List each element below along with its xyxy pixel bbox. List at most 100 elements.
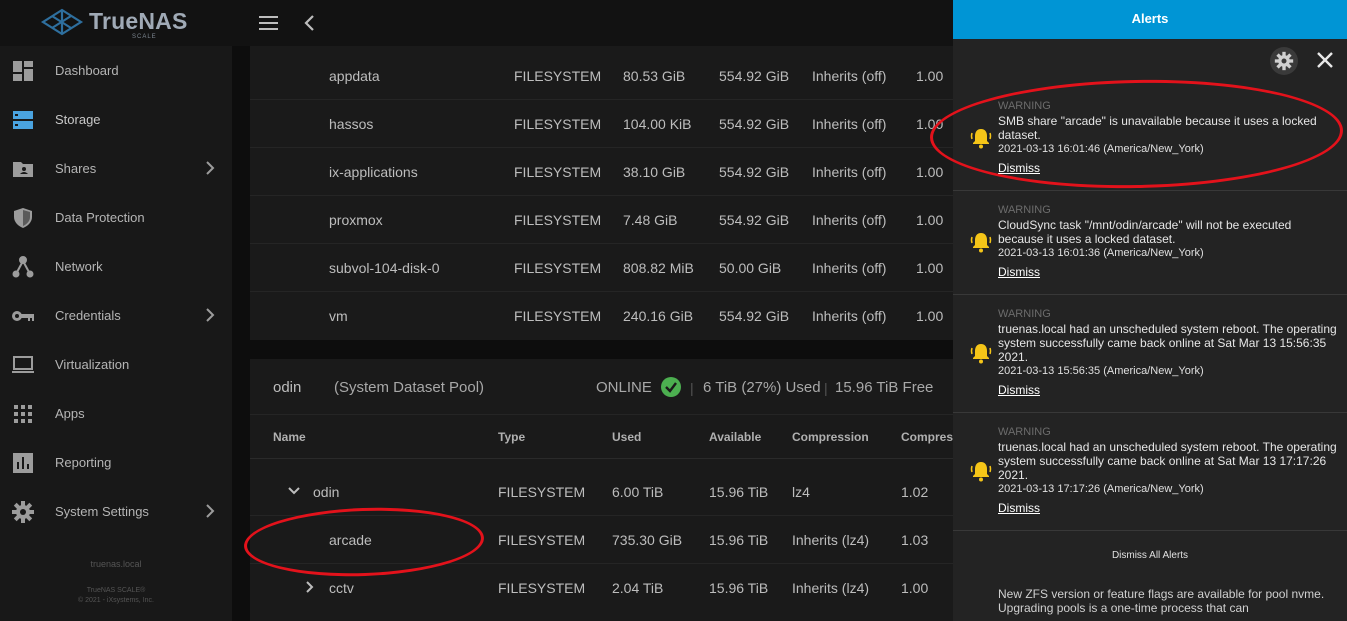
sidebar-item-data-protection[interactable]: Data Protection — [0, 193, 232, 242]
table-row[interactable]: cctv FILESYSTEM 2.04 TiB 15.96 TiB Inher… — [250, 564, 953, 612]
table-header: Name Type Used Available Compression Com… — [250, 415, 953, 459]
table-row[interactable]: odin FILESYSTEM 6.00 TiB 15.96 TiB lz4 1… — [250, 468, 953, 516]
column-header-name[interactable]: Name — [273, 415, 306, 459]
table-row[interactable]: vm FILESYSTEM 240.16 GiB 554.92 GiB Inhe… — [250, 292, 953, 340]
dataset-type: FILESYSTEM — [498, 532, 586, 548]
shield-icon — [14, 208, 32, 228]
sidebar-item-label: Shares — [55, 161, 97, 176]
dismiss-alert-button[interactable]: Dismiss — [998, 501, 1040, 515]
sidebar-item-label: System Settings — [55, 504, 149, 519]
alert-level: WARNING — [998, 308, 1051, 320]
gear-icon — [12, 501, 34, 523]
bell-icon — [970, 462, 992, 482]
sidebar-item-label: Dashboard — [55, 63, 119, 78]
column-header-used[interactable]: Used — [612, 415, 641, 459]
sidebar-item-storage[interactable]: Storage — [0, 95, 232, 144]
sidebar-item-label: Storage — [55, 112, 101, 127]
table-row[interactable]: arcade FILESYSTEM 735.30 GiB 15.96 TiB I… — [250, 516, 953, 564]
dataset-ratio: 1.00 — [916, 164, 944, 180]
dismiss-all-alerts-button[interactable]: Dismiss All Alerts — [953, 550, 1347, 561]
column-header-compress-ratio[interactable]: Compress — [901, 415, 953, 459]
dataset-name: ix-applications — [329, 164, 418, 180]
chevron-right-icon — [206, 161, 215, 175]
dataset-used: 80.53 GiB — [623, 68, 686, 84]
dataset-compression: lz4 — [792, 484, 810, 500]
dataset-name: cctv — [329, 580, 354, 596]
dataset-used: 7.48 GiB — [623, 212, 678, 228]
alert-settings-button[interactable] — [1270, 47, 1298, 75]
dataset-available: 554.92 GiB — [719, 308, 790, 324]
chevron-down-icon[interactable] — [287, 484, 301, 498]
sidebar-item-label: Virtualization — [55, 357, 130, 372]
pool-header: odin (System Dataset Pool) ONLINE | 6 Ti… — [250, 359, 953, 415]
chevron-left-icon[interactable] — [299, 12, 321, 34]
dataset-compression: Inherits (lz4) — [792, 580, 870, 596]
reporting-icon — [13, 453, 33, 473]
chevron-right-icon[interactable] — [303, 580, 317, 594]
dataset-name: arcade — [329, 532, 372, 548]
dataset-type: FILESYSTEM — [514, 212, 602, 228]
alerts-title: Alerts — [953, 0, 1347, 39]
dataset-available: 15.96 TiB — [709, 532, 769, 548]
dataset-type: FILESYSTEM — [514, 308, 602, 324]
pool-subtitle: (System Dataset Pool) — [334, 379, 485, 396]
dataset-ratio: 1.00 — [916, 260, 944, 276]
dataset-name: hassos — [329, 116, 374, 132]
column-header-available[interactable]: Available — [709, 415, 761, 459]
sidebar: Dashboard Storage Shares Data Protection… — [0, 46, 232, 621]
table-row[interactable]: proxmox FILESYSTEM 7.48 GiB 554.92 GiB I… — [250, 196, 953, 244]
sidebar-item-label: Apps — [55, 406, 85, 421]
sidebar-item-reporting[interactable]: Reporting — [0, 438, 232, 487]
sidebar-item-shares[interactable]: Shares — [0, 144, 232, 193]
dismiss-alert-button[interactable]: Dismiss — [998, 161, 1040, 175]
table-row[interactable]: appdata FILESYSTEM 80.53 GiB 554.92 GiB … — [250, 52, 953, 100]
alert-message: truenas.local had an unscheduled system … — [998, 322, 1337, 364]
dataset-compression: Inherits (off) — [812, 68, 887, 84]
alert-item: WARNING truenas.local had an unscheduled… — [953, 295, 1347, 413]
dataset-available: 554.92 GiB — [719, 116, 790, 132]
close-alerts-button[interactable] — [1314, 49, 1336, 71]
dataset-ratio: 1.00 — [916, 116, 944, 132]
sidebar-item-credentials[interactable]: Credentials — [0, 291, 232, 340]
dataset-compression: Inherits (off) — [812, 260, 887, 276]
column-header-compression[interactable]: Compression — [792, 415, 869, 459]
truenas-logo[interactable]: TrueNAS SCALE — [40, 6, 190, 40]
dataset-ratio: 1.00 — [916, 308, 944, 324]
dataset-name: appdata — [329, 68, 380, 84]
sidebar-item-network[interactable]: Network — [0, 242, 232, 291]
separator: | — [690, 380, 694, 396]
storage-main: appdata FILESYSTEM 80.53 GiB 554.92 GiB … — [232, 46, 953, 621]
sidebar-item-dashboard[interactable]: Dashboard — [0, 46, 232, 95]
key-icon — [12, 311, 34, 321]
dataset-ratio: 1.03 — [901, 532, 929, 548]
sidebar-item-apps[interactable]: Apps — [0, 389, 232, 438]
dataset-used: 38.10 GiB — [623, 164, 686, 180]
dashboard-icon — [13, 61, 33, 81]
sidebar-item-label: Data Protection — [55, 210, 145, 225]
sidebar-item-virtualization[interactable]: Virtualization — [0, 340, 232, 389]
version-label: TrueNAS SCALE® — [86, 587, 146, 594]
sidebar-item-label: Network — [55, 259, 103, 274]
column-header-type[interactable]: Type — [498, 415, 525, 459]
table-row[interactable]: hassos FILESYSTEM 104.00 KiB 554.92 GiB … — [250, 100, 953, 148]
dataset-type: FILESYSTEM — [498, 580, 586, 596]
laptop-icon — [12, 356, 34, 373]
dataset-ratio: 1.00 — [901, 580, 929, 596]
table-row[interactable]: subvol-104-disk-0 FILESYSTEM 808.82 MiB … — [250, 244, 953, 292]
dataset-name: vm — [329, 308, 348, 324]
brand-edition: SCALE — [132, 34, 157, 40]
dataset-available: 15.96 TiB — [709, 484, 769, 500]
alerts-panel: Alerts WARNING SMB share "arcade" is una… — [953, 0, 1347, 621]
dataset-name: odin — [313, 484, 340, 500]
hostname: truenas.local — [90, 559, 142, 569]
dismiss-alert-button[interactable]: Dismiss — [998, 265, 1040, 279]
hamburger-menu-icon[interactable] — [258, 12, 280, 34]
dataset-compression: Inherits (off) — [812, 212, 887, 228]
dismiss-alert-button[interactable]: Dismiss — [998, 383, 1040, 397]
table-row[interactable]: ix-applications FILESYSTEM 38.10 GiB 554… — [250, 148, 953, 196]
alert-level: WARNING — [998, 100, 1051, 112]
dataset-used: 2.04 TiB — [612, 580, 664, 596]
dataset-type: FILESYSTEM — [514, 116, 602, 132]
sidebar-item-system-settings[interactable]: System Settings — [0, 487, 232, 536]
version-info: TrueNAS SCALE® © 2021 - iXsystems, Inc. — [0, 586, 232, 606]
